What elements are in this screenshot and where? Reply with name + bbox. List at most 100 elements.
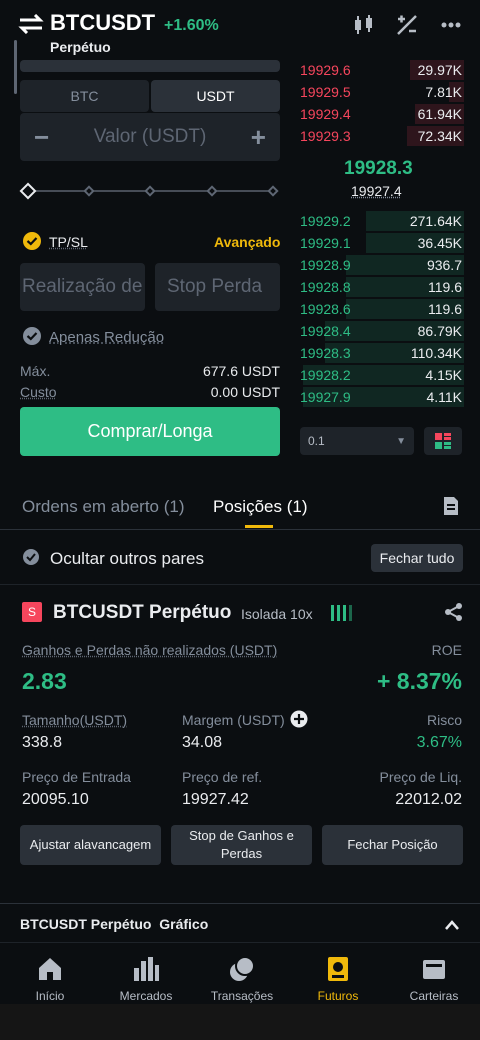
bid-row[interactable]: 19928.9 936.7 bbox=[300, 254, 464, 276]
tab-positions[interactable]: Posições (1) bbox=[213, 497, 307, 517]
ask-row[interactable]: 19929.5 7.81K bbox=[300, 81, 464, 103]
book-qty: 61.94K bbox=[417, 106, 462, 122]
pnl-label: Ganhos e Perdas não realizados (USDT) bbox=[22, 642, 278, 658]
wallet-icon bbox=[420, 955, 448, 983]
book-price: 19928.9 bbox=[300, 257, 351, 273]
buy-long-button[interactable]: Comprar/Longa bbox=[20, 407, 280, 456]
book-qty: 110.34K bbox=[410, 345, 462, 361]
tpsl-checkbox[interactable] bbox=[22, 231, 42, 251]
adl-indicator-icon bbox=[330, 602, 354, 622]
unit-toggle-btc[interactable]: BTC bbox=[20, 80, 149, 112]
nav-trade[interactable]: Transações bbox=[194, 943, 290, 1005]
cost-value: 0.00 USDT bbox=[210, 384, 280, 400]
markets-icon bbox=[132, 955, 160, 983]
book-price: 19929.3 bbox=[300, 128, 351, 144]
futures-icon bbox=[324, 955, 352, 983]
bid-row[interactable]: 19928.3 110.34K bbox=[300, 342, 464, 364]
book-qty: 119.6 bbox=[428, 279, 462, 295]
add-margin-icon[interactable] bbox=[290, 710, 308, 728]
book-price: 19928.4 bbox=[300, 323, 351, 339]
home-icon bbox=[36, 955, 64, 983]
order-type-select[interactable] bbox=[20, 60, 280, 72]
bid-row[interactable]: 19927.9 4.11K bbox=[300, 386, 464, 408]
bid-row[interactable]: 19928.6 119.6 bbox=[300, 298, 464, 320]
book-qty: 36.45K bbox=[417, 235, 462, 251]
book-qty: 4.11K bbox=[426, 389, 462, 405]
tab-open-orders[interactable]: Ordens em aberto (1) bbox=[22, 497, 185, 517]
slider-handle[interactable] bbox=[19, 182, 37, 200]
trade-icon bbox=[228, 955, 256, 983]
roe-value: + 8.37% bbox=[376, 668, 462, 694]
book-layout-icon[interactable] bbox=[424, 427, 462, 455]
system-nav-bar bbox=[0, 1004, 480, 1040]
book-price: 19928.3 bbox=[300, 345, 351, 361]
ask-row[interactable]: 19929.4 61.94K bbox=[300, 103, 464, 125]
margin-label: Margem (USDT) bbox=[182, 712, 285, 728]
nav-home[interactable]: Início bbox=[2, 943, 98, 1005]
bottom-nav: Início Mercados Transações Futuros Carte… bbox=[0, 942, 480, 1004]
book-qty: 29.97K bbox=[417, 62, 462, 78]
ref-price-label: Preço de ref. bbox=[182, 769, 263, 785]
book-price: 19927.9 bbox=[300, 389, 351, 405]
book-qty: 4.15K bbox=[425, 367, 462, 383]
margin-mode: Isolada 10x bbox=[241, 606, 313, 622]
stop-loss-placeholder: Stop Perda bbox=[167, 276, 263, 297]
chevron-up-icon[interactable] bbox=[444, 918, 460, 932]
slider-mark bbox=[144, 185, 156, 197]
ref-price-value: 19927.42 bbox=[182, 791, 249, 808]
advanced-link[interactable]: Avançado bbox=[214, 234, 280, 250]
nav-markets[interactable]: Mercados bbox=[98, 943, 194, 1005]
bid-row[interactable]: 19928.8 119.6 bbox=[300, 276, 464, 298]
nav-wallets[interactable]: Carteiras bbox=[386, 943, 480, 1005]
liq-price-label: Preço de Liq. bbox=[379, 769, 463, 785]
reduce-only-checkbox[interactable] bbox=[22, 326, 42, 346]
decrease-button[interactable]: − bbox=[34, 122, 49, 153]
pnl-value: 2.83 bbox=[22, 668, 67, 694]
candlestick-icon[interactable] bbox=[352, 14, 376, 36]
book-qty: 86.79K bbox=[417, 323, 462, 339]
more-icon[interactable] bbox=[440, 14, 462, 36]
swap-icon[interactable] bbox=[18, 13, 44, 35]
calculator-icon[interactable] bbox=[396, 14, 418, 36]
adjust-leverage-button[interactable]: Ajustar alavancagem bbox=[20, 825, 161, 865]
bid-row[interactable]: 19929.2 271.64K bbox=[300, 210, 464, 232]
close-all-button[interactable]: Fechar tudo bbox=[371, 544, 463, 572]
entry-price-label: Preço de Entrada bbox=[22, 769, 131, 785]
ask-row[interactable]: 19929.3 72.34K bbox=[300, 125, 464, 147]
bid-row[interactable]: 19928.2 4.15K bbox=[300, 364, 464, 386]
book-qty: 119.6 bbox=[428, 301, 462, 317]
book-price: 19928.6 bbox=[300, 301, 351, 317]
risk-label: Risco bbox=[426, 712, 462, 728]
position-symbol[interactable]: BTCUSDT Perpétuo bbox=[53, 602, 231, 624]
precision-select[interactable]: 0.1 ▼ bbox=[300, 427, 414, 455]
mark-price[interactable]: 19927.4 bbox=[351, 183, 402, 199]
divider bbox=[0, 903, 480, 904]
close-position-button[interactable]: Fechar Posição bbox=[322, 825, 463, 865]
stop-loss-input[interactable]: Stop Perda bbox=[155, 263, 280, 311]
ask-row[interactable]: 19929.6 29.97K bbox=[300, 59, 464, 81]
bid-row[interactable]: 19929.1 36.45K bbox=[300, 232, 464, 254]
order-history-icon[interactable] bbox=[443, 496, 459, 516]
chevron-down-icon: ▼ bbox=[396, 435, 406, 447]
nav-futures[interactable]: Futuros bbox=[290, 943, 386, 1005]
take-profit-input[interactable]: Realização de bbox=[20, 263, 145, 311]
tpsl-button[interactable]: Stop de Ganhos e Perdas bbox=[171, 825, 312, 865]
bid-row[interactable]: 19928.4 86.79K bbox=[300, 320, 464, 342]
unit-toggle-usdt[interactable]: USDT bbox=[151, 80, 280, 112]
size-value: 338.8 bbox=[22, 734, 63, 751]
short-side-badge: S bbox=[22, 602, 42, 622]
slider-mark bbox=[83, 185, 95, 197]
nav-label: Carteiras bbox=[409, 989, 459, 1003]
hide-pairs-checkbox[interactable] bbox=[22, 548, 40, 566]
increase-button[interactable]: + bbox=[251, 122, 266, 153]
share-icon[interactable] bbox=[444, 602, 464, 622]
symbol-title[interactable]: BTCUSDT bbox=[50, 10, 155, 36]
max-value: 677.6 USDT bbox=[202, 363, 280, 379]
chart-section-title[interactable]: BTCUSDT Perpétuo Gráfico bbox=[20, 916, 208, 932]
last-price: 19928.3 bbox=[344, 158, 413, 179]
nav-label: Futuros bbox=[317, 989, 359, 1003]
amount-input[interactable]: − Valor (USDT) + bbox=[20, 113, 280, 161]
book-qty: 936.7 bbox=[426, 257, 462, 273]
price-change: +1.60% bbox=[164, 17, 219, 34]
book-price: 19929.2 bbox=[300, 213, 351, 229]
